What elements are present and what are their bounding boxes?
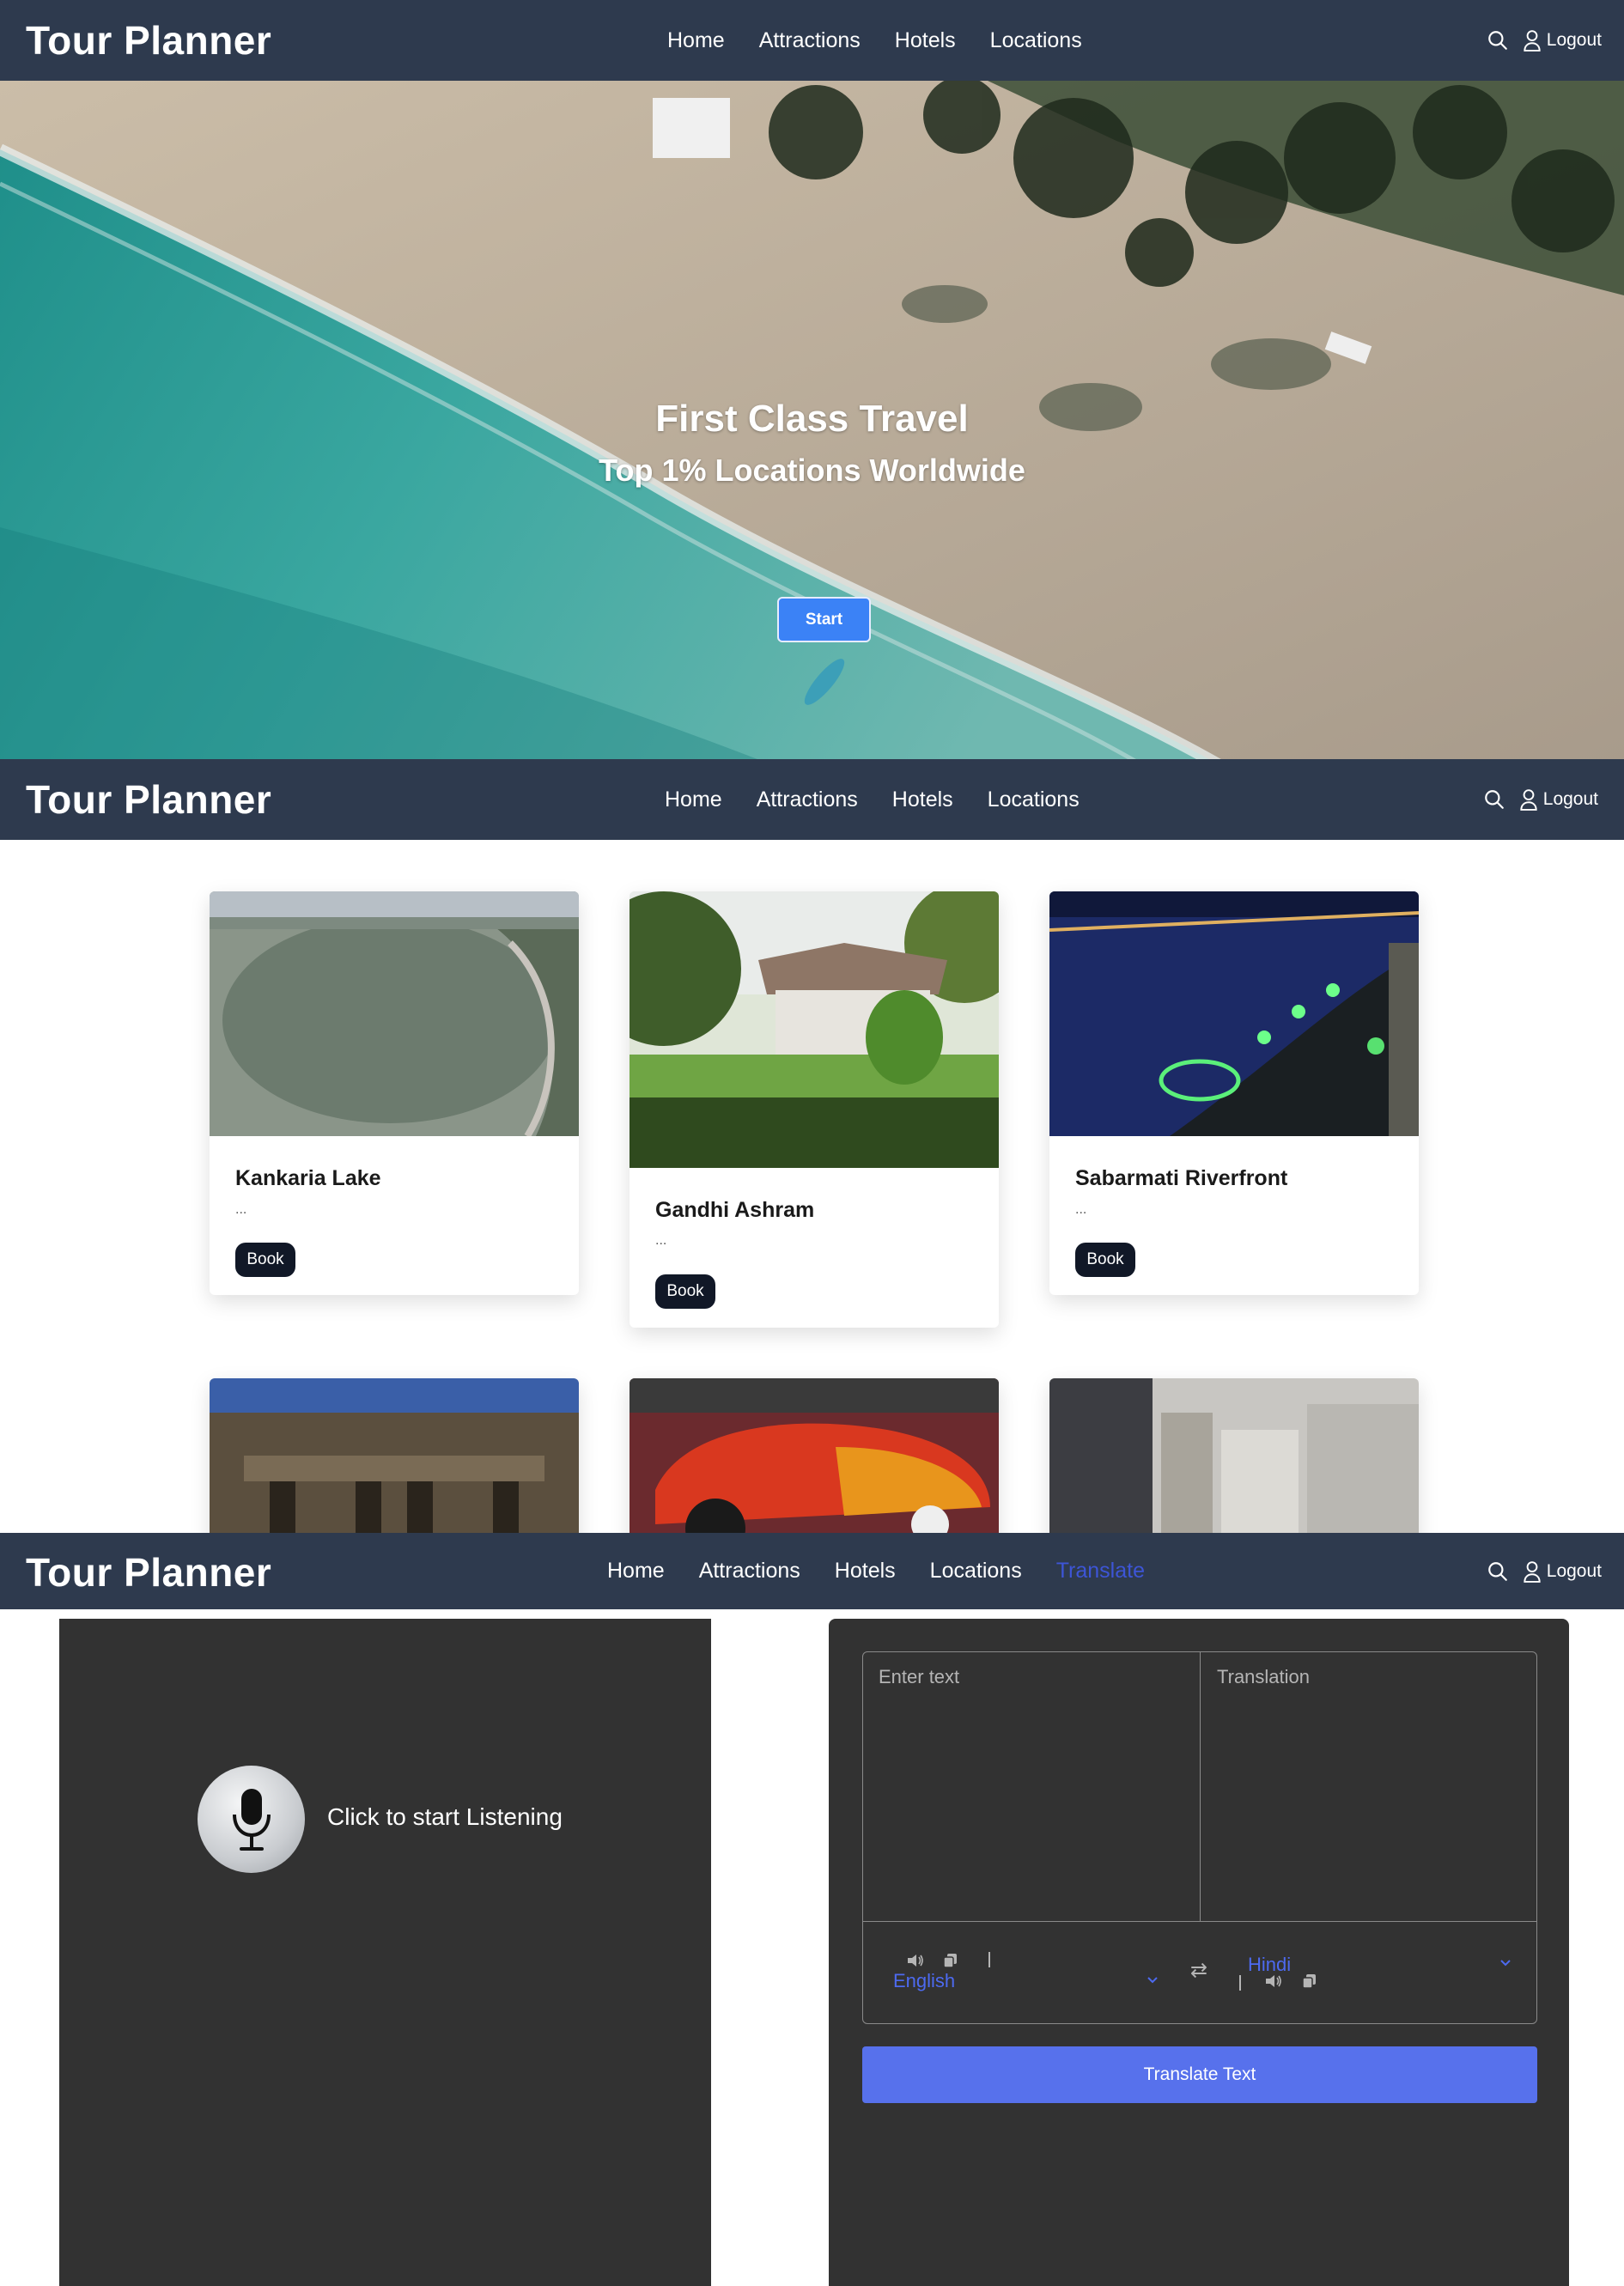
- logout-button[interactable]: Logout: [1519, 788, 1598, 811]
- separator: [1239, 1975, 1241, 1991]
- attraction-card: [630, 1378, 999, 1534]
- nav-link-hotels[interactable]: Hotels: [895, 28, 956, 53]
- hero-title: First Class Travel: [655, 398, 969, 440]
- chevron-down-icon[interactable]: [1499, 1955, 1512, 1973]
- divider: [863, 1921, 1536, 1922]
- start-button[interactable]: Start: [777, 597, 871, 642]
- hero-subtitle: Top 1% Locations Worldwide: [599, 453, 1025, 488]
- logout-button[interactable]: Logout: [1523, 29, 1602, 52]
- nav-link-locations[interactable]: Locations: [930, 1559, 1022, 1584]
- swap-languages-icon[interactable]: ⇄: [1190, 1958, 1207, 1983]
- translation-output: Translation: [1217, 1666, 1311, 1687]
- stepwell-image: [210, 1378, 579, 1534]
- nav-link-hotels[interactable]: Hotels: [835, 1559, 896, 1584]
- card-description: ...: [655, 1233, 667, 1248]
- nav-link-locations[interactable]: Locations: [990, 28, 1082, 53]
- nav-link-home[interactable]: Home: [665, 787, 722, 812]
- kankaria-lake-image: [210, 891, 579, 1136]
- logout-label: Logout: [1546, 30, 1602, 50]
- nav-link-home[interactable]: Home: [667, 28, 725, 53]
- nav-actions: Logout: [1487, 1533, 1602, 1609]
- search-icon[interactable]: [1483, 788, 1505, 811]
- logout-label: Logout: [1542, 789, 1598, 809]
- source-language-select[interactable]: English: [893, 1970, 955, 1992]
- nav-links: Home Attractions Hotels Locations Transl…: [607, 1533, 1179, 1609]
- attraction-card: Sabarmati Riverfront ... Book: [1049, 891, 1419, 1295]
- navbar-middle: Tour Planner Home Attractions Hotels Loc…: [0, 759, 1624, 840]
- source-text-input[interactable]: Enter text: [879, 1666, 959, 1688]
- user-icon: [1524, 1560, 1541, 1583]
- search-icon[interactable]: [1487, 29, 1509, 52]
- brand-logo[interactable]: Tour Planner: [26, 17, 271, 64]
- brand-logo[interactable]: Tour Planner: [26, 776, 271, 823]
- book-button[interactable]: Book: [655, 1274, 715, 1309]
- attraction-card: [1049, 1378, 1419, 1534]
- nav-links: Home Attractions Hotels Locations: [665, 759, 1114, 840]
- card-title: Gandhi Ashram: [655, 1198, 815, 1222]
- sabarmati-riverfront-image: [1049, 891, 1419, 1136]
- chevron-down-icon[interactable]: [1146, 1972, 1159, 1990]
- shopping-mall-image: [1049, 1378, 1419, 1534]
- logout-label: Logout: [1546, 1560, 1602, 1581]
- speech-panel: [59, 1619, 711, 2286]
- logout-button[interactable]: Logout: [1523, 1560, 1602, 1583]
- nav-actions: Logout: [1483, 759, 1598, 840]
- nav-link-attractions[interactable]: Attractions: [699, 1559, 800, 1584]
- attractions-grid: Kankaria Lake ... Book Gandhi Ashram ...…: [0, 840, 1624, 1534]
- nav-link-locations[interactable]: Locations: [988, 787, 1080, 812]
- book-button[interactable]: Book: [1075, 1243, 1135, 1277]
- card-description: ...: [1075, 1202, 1087, 1217]
- nav-link-hotels[interactable]: Hotels: [892, 787, 953, 812]
- search-icon[interactable]: [1487, 1560, 1509, 1583]
- card-description: ...: [235, 1202, 247, 1217]
- brand-logo[interactable]: Tour Planner: [26, 1549, 271, 1596]
- microphone-button[interactable]: [198, 1766, 305, 1873]
- book-button[interactable]: Book: [235, 1243, 295, 1277]
- user-icon: [1520, 789, 1537, 811]
- translate-text-button[interactable]: Translate Text: [862, 2046, 1537, 2103]
- microphone-icon: [232, 1788, 271, 1851]
- user-icon: [1524, 30, 1541, 52]
- hero-section: First Class Travel Top 1% Locations Worl…: [0, 81, 1624, 765]
- gandhi-ashram-image: [630, 891, 999, 1168]
- nav-links: Home Attractions Hotels Locations: [667, 0, 1116, 81]
- nav-link-translate[interactable]: Translate: [1056, 1559, 1145, 1584]
- translator-box: Enter text Translation English ⇄ Hindi: [862, 1651, 1537, 2024]
- attraction-card: [210, 1378, 579, 1534]
- nav-link-home[interactable]: Home: [607, 1559, 665, 1584]
- attraction-card: Kankaria Lake ... Book: [210, 891, 579, 1295]
- nav-link-attractions[interactable]: Attractions: [759, 28, 861, 53]
- navbar-top: Tour Planner Home Attractions Hotels Loc…: [0, 0, 1624, 81]
- listen-label: Click to start Listening: [327, 1803, 563, 1830]
- separator: [988, 1952, 990, 1967]
- nav-actions: Logout: [1487, 0, 1602, 81]
- card-title: Kankaria Lake: [235, 1166, 381, 1190]
- divider: [1200, 1652, 1201, 1921]
- nav-link-attractions[interactable]: Attractions: [757, 787, 858, 812]
- vintage-car-image: [630, 1378, 999, 1534]
- speaker-icon[interactable]: [1264, 1973, 1283, 1993]
- attraction-card: Gandhi Ashram ... Book: [630, 891, 999, 1328]
- copy-icon[interactable]: [1302, 1973, 1317, 1993]
- navbar-bottom: Tour Planner Home Attractions Hotels Loc…: [0, 1533, 1624, 1609]
- card-title: Sabarmati Riverfront: [1075, 1166, 1288, 1190]
